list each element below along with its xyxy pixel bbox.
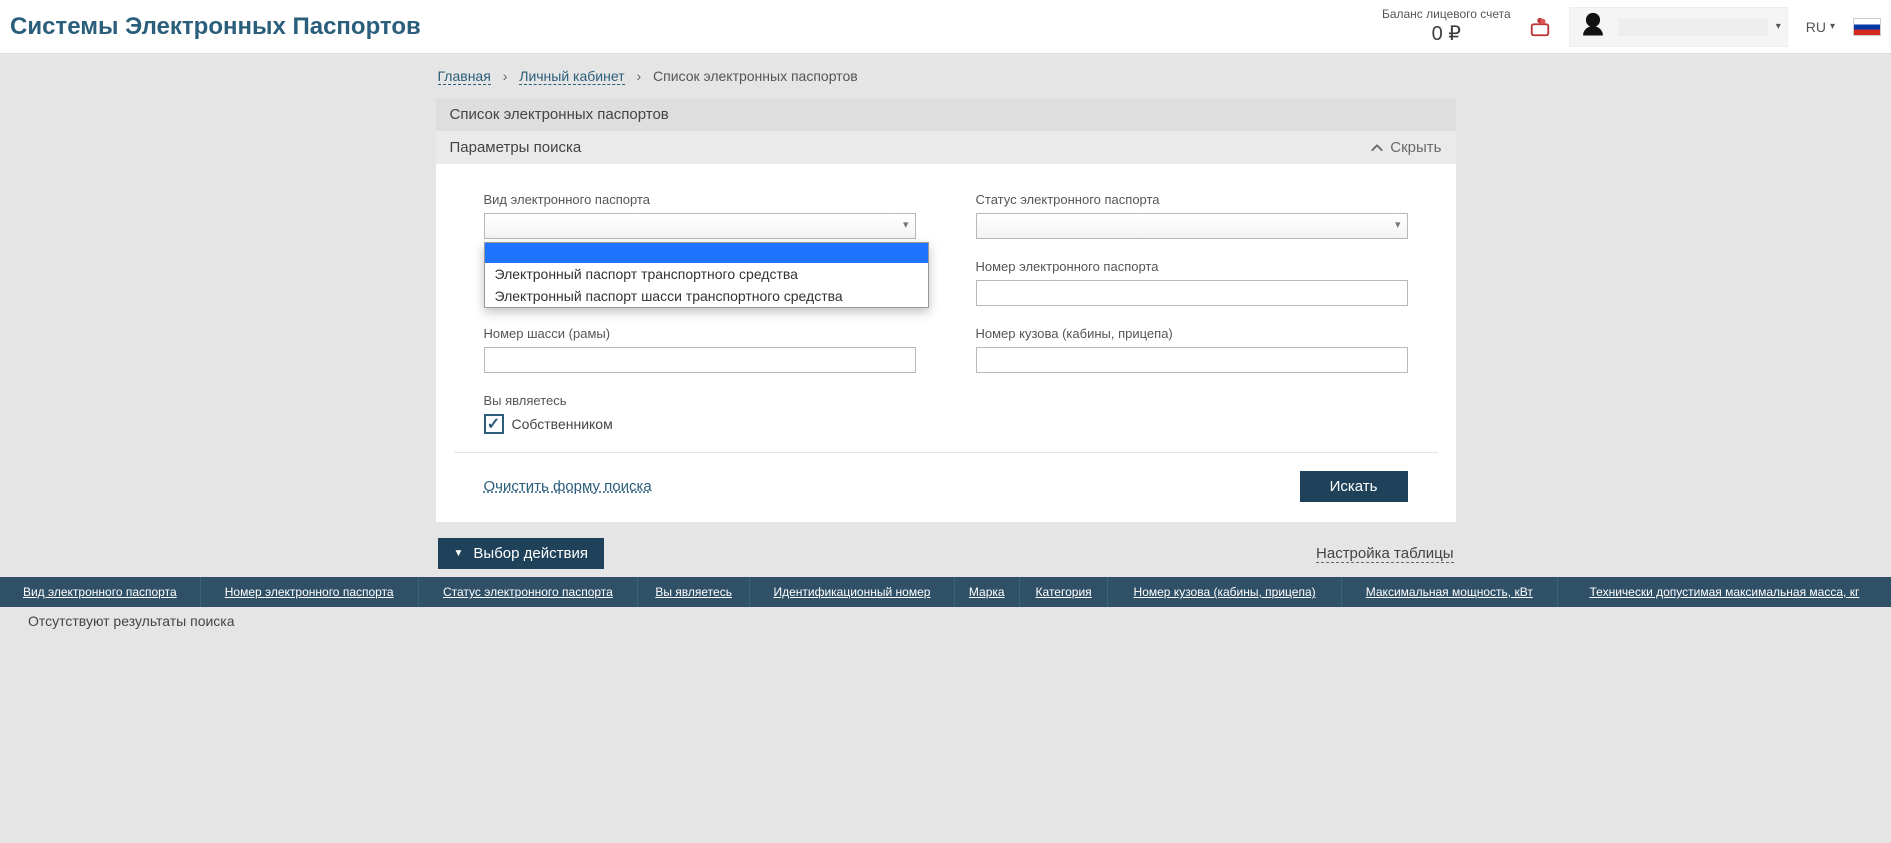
col-passport-number[interactable]: Номер электронного паспорта	[200, 577, 418, 607]
body-input[interactable]	[976, 347, 1408, 373]
results-table: Вид электронного паспорта Номер электрон…	[0, 577, 1891, 607]
col-max-power[interactable]: Максимальная мощность, кВт	[1341, 577, 1557, 607]
dropdown-option-chassis[interactable]: Электронный паспорт шасси транспортного …	[485, 285, 928, 307]
col-category[interactable]: Категория	[1019, 577, 1108, 607]
owner-checkbox[interactable]: ✓	[484, 414, 504, 434]
page-title: Список электронных паспортов	[436, 98, 1456, 131]
search-params-header: Параметры поиска Скрыть	[436, 131, 1456, 164]
col-max-mass[interactable]: Технически допустимая максимальная масса…	[1557, 577, 1891, 607]
you-are-label: Вы являетесь	[484, 393, 916, 408]
breadcrumb-cabinet[interactable]: Личный кабинет	[519, 68, 624, 85]
col-passport-type[interactable]: Вид электронного паспорта	[0, 577, 200, 607]
balance-label: Баланс лицевого счета	[1382, 7, 1511, 21]
user-name-placeholder	[1618, 18, 1768, 36]
collapse-toggle[interactable]: Скрыть	[1370, 139, 1441, 156]
results-table-wrap: Вид электронного паспорта Номер электрон…	[0, 577, 1891, 635]
divider	[454, 452, 1438, 453]
col-you-are[interactable]: Вы являетесь	[638, 577, 750, 607]
chassis-input[interactable]	[484, 347, 916, 373]
triangle-down-icon: ▼	[454, 548, 464, 559]
passport-number-label: Номер электронного паспорта	[976, 259, 1408, 274]
choose-action-button[interactable]: ▼ Выбор действия	[438, 538, 604, 569]
dropdown-option-vehicle[interactable]: Электронный паспорт транспортного средст…	[485, 263, 928, 285]
search-form: Вид электронного паспорта Электронный па…	[436, 164, 1456, 522]
language-selector[interactable]: RU ▾	[1806, 19, 1835, 35]
passport-type-label: Вид электронного паспорта	[484, 192, 916, 207]
balance-amount: 0 ₽	[1382, 22, 1511, 46]
passport-number-input[interactable]	[976, 280, 1408, 306]
avatar-icon	[1576, 10, 1610, 44]
balance-widget: Баланс лицевого счета 0 ₽	[1382, 7, 1511, 45]
chevron-up-icon	[1370, 141, 1384, 155]
col-id-number[interactable]: Идентификационный номер	[750, 577, 954, 607]
clear-form-link[interactable]: Очистить форму поиска	[484, 478, 652, 495]
chevron-down-icon: ▾	[1830, 21, 1835, 32]
breadcrumb: Главная › Личный кабинет › Список электр…	[436, 54, 1456, 98]
chevron-down-icon: ▾	[1776, 21, 1781, 32]
col-brand[interactable]: Марка	[954, 577, 1019, 607]
col-passport-status[interactable]: Статус электронного паспорта	[418, 577, 637, 607]
breadcrumb-current: Список электронных паспортов	[653, 68, 858, 84]
search-button[interactable]: Искать	[1300, 471, 1408, 502]
owner-checkbox-label: Собственником	[512, 416, 613, 432]
passport-status-label: Статус электронного паспорта	[976, 192, 1408, 207]
wallet-icon[interactable]	[1529, 16, 1551, 38]
top-bar: Системы Электронных Паспортов Баланс лиц…	[0, 0, 1891, 54]
table-settings-link[interactable]: Настройка таблицы	[1316, 545, 1453, 563]
passport-type-dropdown: Электронный паспорт транспортного средст…	[484, 242, 929, 308]
col-body-number[interactable]: Номер кузова (кабины, прицепа)	[1108, 577, 1341, 607]
passport-type-select[interactable]	[484, 213, 916, 239]
brand-title: Системы Электронных Паспортов	[10, 13, 421, 41]
chassis-label: Номер шасси (рамы)	[484, 326, 916, 341]
breadcrumb-home[interactable]: Главная	[438, 68, 491, 85]
flag-ru-icon[interactable]	[1853, 18, 1881, 36]
user-menu[interactable]: ▾	[1569, 7, 1788, 47]
passport-status-select[interactable]	[976, 213, 1408, 239]
no-results-message: Отсутствуют результаты поиска	[0, 607, 1891, 635]
dropdown-option-blank[interactable]	[485, 243, 928, 263]
body-label: Номер кузова (кабины, прицепа)	[976, 326, 1408, 341]
